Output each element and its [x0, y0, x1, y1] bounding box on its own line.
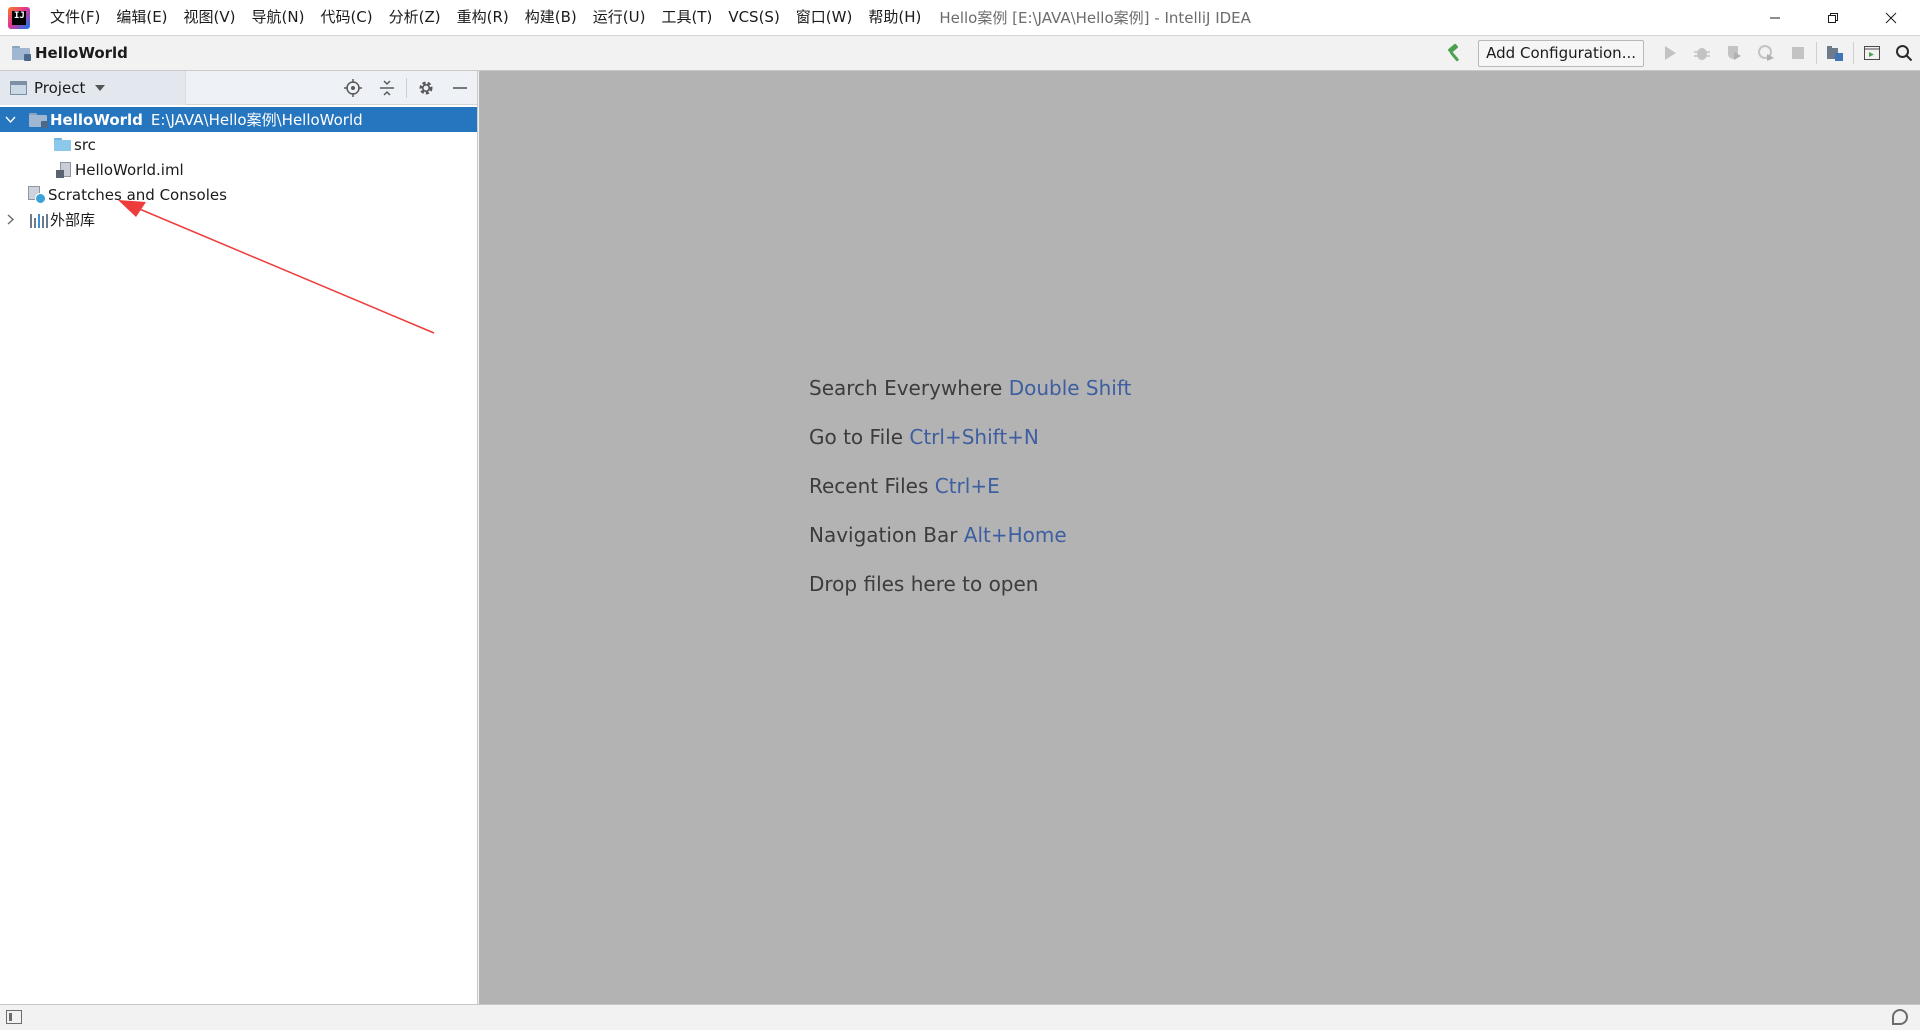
toolbar-separator: [1816, 42, 1817, 64]
project-view-label: Project: [34, 78, 86, 97]
breadcrumb-project: HelloWorld: [35, 44, 128, 62]
breadcrumb[interactable]: HelloWorld: [12, 44, 128, 62]
terminal-button[interactable]: [1856, 36, 1888, 70]
hint-recent-files: Recent Files Ctrl+E: [809, 474, 1000, 498]
status-bar: [0, 1004, 1920, 1030]
menu-code[interactable]: 代码(C): [312, 0, 380, 35]
module-folder-icon: [29, 112, 48, 128]
navigation-bar: HelloWorld Add Configuration...: [0, 35, 1920, 71]
project-tree: HelloWorld E:\JAVA\Hello案例\HelloWorld sr…: [0, 105, 477, 334]
menu-run[interactable]: 运行(U): [585, 0, 654, 35]
tree-node-label: HelloWorld.iml: [75, 160, 184, 179]
iml-file-icon: [56, 161, 72, 178]
tree-node-label: src: [74, 135, 96, 154]
hint-shortcut: Double Shift: [1008, 376, 1132, 400]
run-with-coverage-button[interactable]: [1718, 36, 1750, 70]
module-folder-icon: [12, 46, 31, 61]
library-icon: [30, 212, 48, 228]
run-button[interactable]: [1654, 36, 1686, 70]
window-controls: [1746, 0, 1920, 35]
collapse-all-button[interactable]: [370, 71, 404, 105]
menu-help[interactable]: 帮助(H): [860, 0, 929, 35]
crosshair-icon: [344, 79, 362, 97]
toolbar: Add Configuration...: [1444, 36, 1920, 70]
menu-window[interactable]: 窗口(W): [788, 0, 861, 35]
menu-tools[interactable]: 工具(T): [653, 0, 720, 35]
build-hammer-icon[interactable]: [1444, 42, 1466, 64]
stop-icon: [1792, 47, 1804, 59]
menu-vcs[interactable]: VCS(S): [720, 0, 787, 35]
debug-button[interactable]: [1686, 36, 1718, 70]
profile-button[interactable]: [1750, 36, 1782, 70]
welcome-hints: Search Everywhere Double Shift Go to Fil…: [809, 364, 1131, 609]
tree-node-label: 外部库: [50, 211, 96, 229]
source-folder-icon: [54, 138, 71, 151]
project-panel-header: Project: [0, 70, 477, 105]
tree-node-path: E:\JAVA\Hello案例\HelloWorld: [150, 111, 363, 129]
minimize-icon: [1770, 17, 1780, 18]
project-structure-icon: [1827, 46, 1843, 61]
project-structure-button[interactable]: [1819, 36, 1851, 70]
menu-view[interactable]: 视图(V): [176, 0, 244, 35]
chevron-down-icon[interactable]: [2, 112, 18, 128]
editor-empty-area[interactable]: Search Everywhere Double Shift Go to Fil…: [479, 71, 1920, 1004]
hint-shortcut: Ctrl+E: [934, 474, 1000, 498]
menu-navigate[interactable]: 导航(N): [244, 0, 313, 35]
toolbar-separator: [1853, 42, 1854, 64]
close-window-button[interactable]: [1862, 0, 1920, 35]
menu-analyze[interactable]: 分析(Z): [381, 0, 449, 35]
project-tool-window: Project HelloWorld E:\JAVA\Hello案例\Hello…: [0, 70, 478, 1004]
tree-node-scratches[interactable]: Scratches and Consoles: [0, 182, 477, 207]
search-everywhere-button[interactable]: [1888, 36, 1920, 70]
hint-shortcut: Alt+Home: [963, 523, 1067, 547]
collapse-all-icon: [380, 80, 394, 96]
locate-file-button[interactable]: [336, 71, 370, 105]
scratches-icon: [28, 185, 46, 204]
toggle-tool-windows-icon[interactable]: [6, 1010, 22, 1024]
event-log-icon[interactable]: [1892, 1009, 1908, 1025]
minimize-button[interactable]: [1746, 0, 1804, 35]
close-icon: [1885, 12, 1897, 23]
gear-icon: [419, 81, 433, 95]
panel-settings-button[interactable]: [409, 71, 443, 105]
hint-shortcut: Ctrl+Shift+N: [909, 425, 1039, 449]
project-panel-tools: [336, 71, 477, 105]
search-icon: [1896, 45, 1913, 62]
hint-drop-files: Drop files here to open: [809, 572, 1039, 596]
chevron-down-icon: [95, 84, 106, 91]
project-window-icon: [10, 80, 27, 95]
hint-go-to-file: Go to File Ctrl+Shift+N: [809, 425, 1039, 449]
restore-button[interactable]: [1804, 0, 1862, 35]
intellij-logo-icon: IJ: [8, 6, 30, 29]
panel-tools-separator: [406, 78, 407, 98]
chevron-right-icon[interactable]: [2, 212, 18, 228]
hint-search-everywhere: Search Everywhere Double Shift: [809, 376, 1132, 400]
debug-bug-icon: [1694, 48, 1710, 60]
project-view-selector[interactable]: Project: [0, 70, 186, 105]
tree-node-helloworld[interactable]: HelloWorld E:\JAVA\Hello案例\HelloWorld: [0, 107, 477, 132]
menu-refactor[interactable]: 重构(R): [449, 0, 517, 35]
restore-icon: [1828, 12, 1838, 23]
profiler-icon: [1758, 45, 1774, 61]
menu-edit[interactable]: 编辑(E): [108, 0, 175, 35]
menu-build[interactable]: 构建(B): [517, 0, 585, 35]
hint-navigation-bar: Navigation Bar Alt+Home: [809, 523, 1067, 547]
main-menu: 文件(F) 编辑(E) 视图(V) 导航(N) 代码(C) 分析(Z) 重构(R…: [42, 0, 929, 35]
run-icon: [1665, 46, 1676, 60]
tree-node-src[interactable]: src: [0, 132, 477, 157]
menu-file[interactable]: 文件(F): [42, 0, 108, 35]
coverage-shield-icon: [1728, 46, 1741, 60]
window-title: Hello案例 [E:\JAVA\Hello案例] - IntelliJ IDE…: [939, 9, 1251, 27]
minimize-panel-icon: [453, 87, 467, 89]
tree-node-label: HelloWorld: [50, 110, 143, 129]
tree-node-iml[interactable]: HelloWorld.iml: [0, 157, 477, 182]
stop-button[interactable]: [1782, 36, 1814, 70]
add-configuration-button[interactable]: Add Configuration...: [1478, 39, 1644, 67]
tree-node-label: Scratches and Consoles: [48, 185, 227, 204]
window-run-icon: [1864, 46, 1880, 60]
tree-node-external-libraries[interactable]: 外部库: [0, 207, 477, 232]
hide-panel-button[interactable]: [443, 71, 477, 105]
title-bar: IJ 文件(F) 编辑(E) 视图(V) 导航(N) 代码(C) 分析(Z) 重…: [0, 0, 1920, 35]
